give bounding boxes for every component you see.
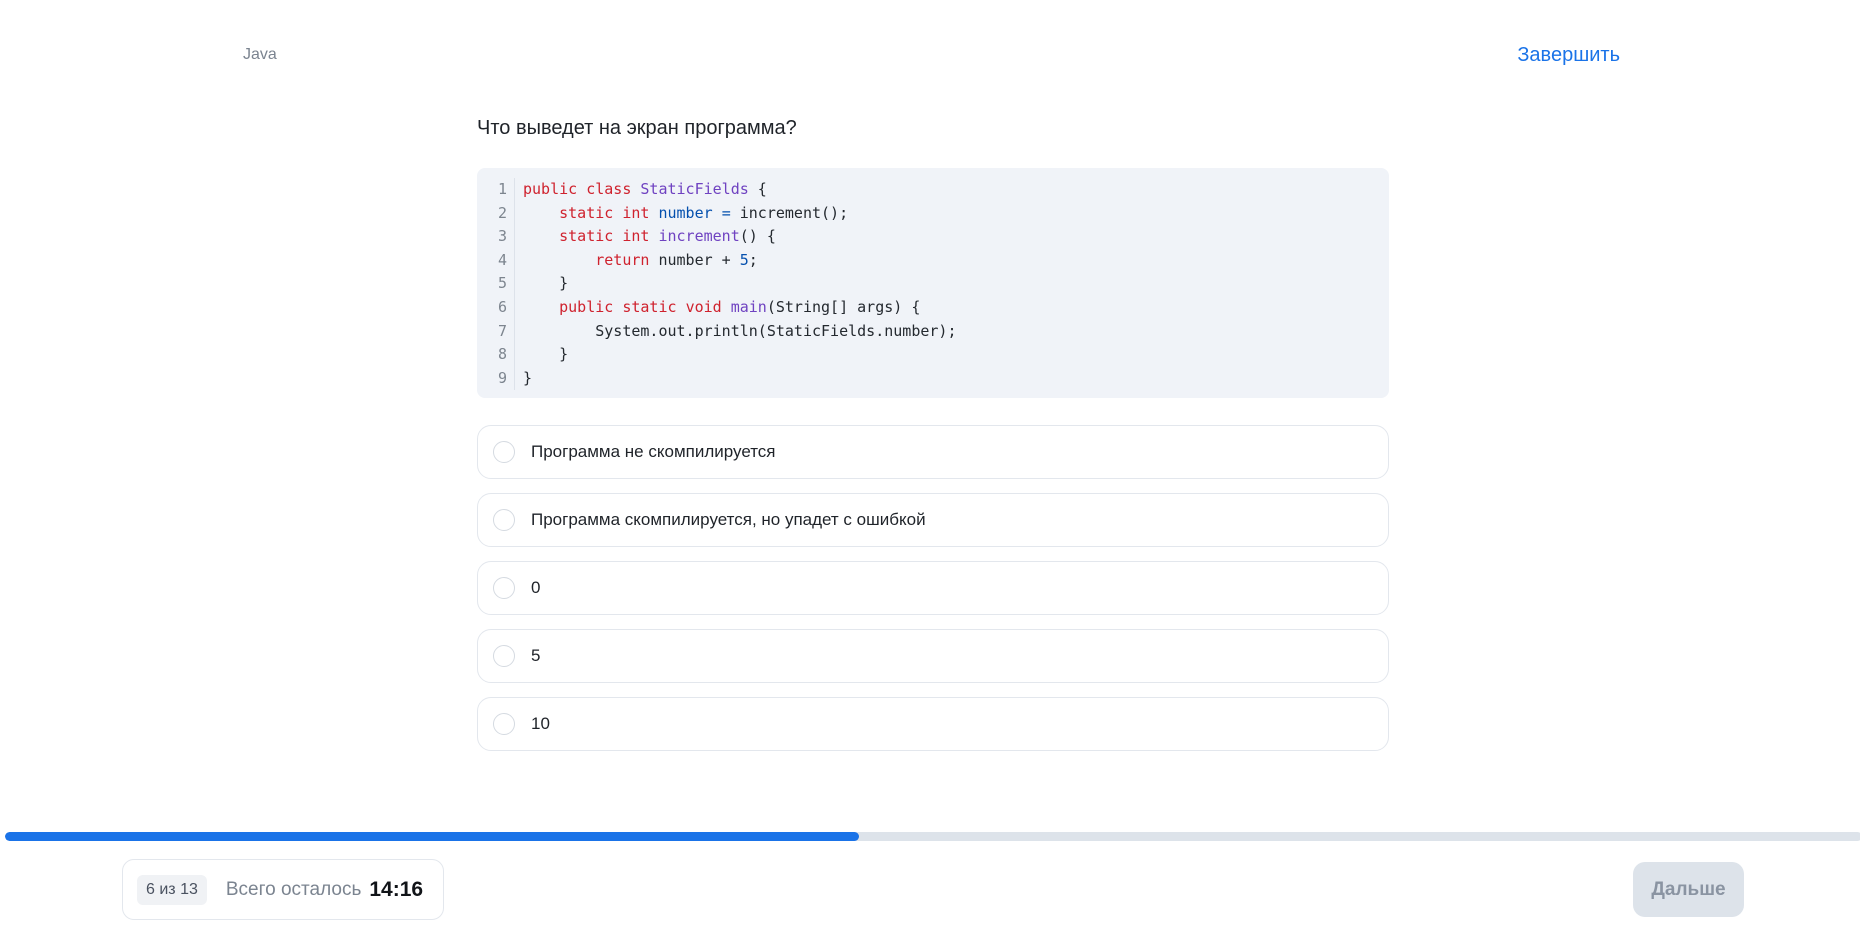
progress-bar-fill: [5, 832, 860, 841]
code-line: 6 public static void main(String[] args)…: [477, 295, 1389, 320]
answer-option-label: Программа не скомпилируется: [531, 442, 776, 461]
timer: 14:16: [369, 877, 424, 901]
line-number: 2: [477, 201, 515, 226]
code-line: 3 static int increment() {: [477, 225, 1389, 249]
code-line: 4 return number + 5;: [477, 248, 1389, 273]
answer-option[interactable]: Программа скомпилируется, но упадет с ош…: [477, 493, 1389, 547]
answer-option[interactable]: 0: [477, 561, 1389, 615]
line-number: 3: [477, 225, 515, 249]
answer-option-label: 0: [531, 578, 541, 597]
code-text: public static void main(String[] args) {: [559, 297, 921, 316]
line-number: 1: [477, 178, 515, 202]
code-line: 1 public class StaticFields {: [477, 178, 1389, 202]
radio-button[interactable]: [493, 645, 515, 667]
answer-option[interactable]: 10: [477, 697, 1389, 751]
code-text: }: [523, 274, 569, 293]
line-number: 5: [477, 272, 515, 296]
code-line: 5 }: [477, 272, 1389, 296]
status-panel: 6 из 13 Всего осталось 14:16: [122, 859, 444, 920]
answer-options: Программа не скомпилируется Программа ск…: [477, 425, 1389, 765]
code-block: 1 public class StaticFields { 2 static i…: [477, 168, 1389, 398]
code-text: }: [523, 345, 569, 364]
code-text: static int number = increment();: [559, 203, 849, 222]
progress-bar: [5, 832, 1860, 841]
code-text: public class StaticFields {: [523, 180, 767, 198]
next-button[interactable]: Дальше: [1633, 862, 1744, 917]
answer-option[interactable]: Программа не скомпилируется: [477, 425, 1389, 479]
topic-label: Java: [243, 46, 277, 63]
code-line: 8 }: [477, 343, 1389, 367]
line-number: 9: [477, 366, 515, 391]
radio-button[interactable]: [493, 713, 515, 735]
code-line: 9 }: [477, 366, 1389, 391]
quiz-page: Java Завершить Что выведет на экран прог…: [0, 0, 1860, 935]
radio-button[interactable]: [493, 441, 515, 463]
code-text: System.out.println(StaticFields.number);: [523, 321, 957, 340]
question-text: Что выведет на экран программа?: [477, 117, 797, 139]
radio-button[interactable]: [493, 509, 515, 531]
question-counter: 6 из 13: [137, 874, 207, 905]
code-line: 7 System.out.println(StaticFields.number…: [477, 319, 1389, 344]
code-line: 2 static int number = increment();: [477, 201, 1389, 226]
code-text: static int increment() {: [559, 227, 776, 246]
answer-option-label: 5: [531, 646, 541, 665]
code-text: }: [523, 368, 533, 387]
finish-button[interactable]: Завершить: [1517, 44, 1620, 67]
radio-button[interactable]: [493, 577, 515, 599]
time-remaining-label: Всего осталось: [225, 878, 362, 900]
line-number: 4: [477, 248, 515, 273]
line-number: 8: [477, 343, 515, 367]
line-number: 6: [477, 295, 515, 320]
answer-option-label: 10: [531, 714, 550, 733]
answer-option-label: Программа скомпилируется, но упадет с ош…: [531, 510, 926, 529]
code-text: return number + 5;: [595, 250, 758, 269]
answer-option[interactable]: 5: [477, 629, 1389, 683]
line-number: 7: [477, 319, 515, 344]
